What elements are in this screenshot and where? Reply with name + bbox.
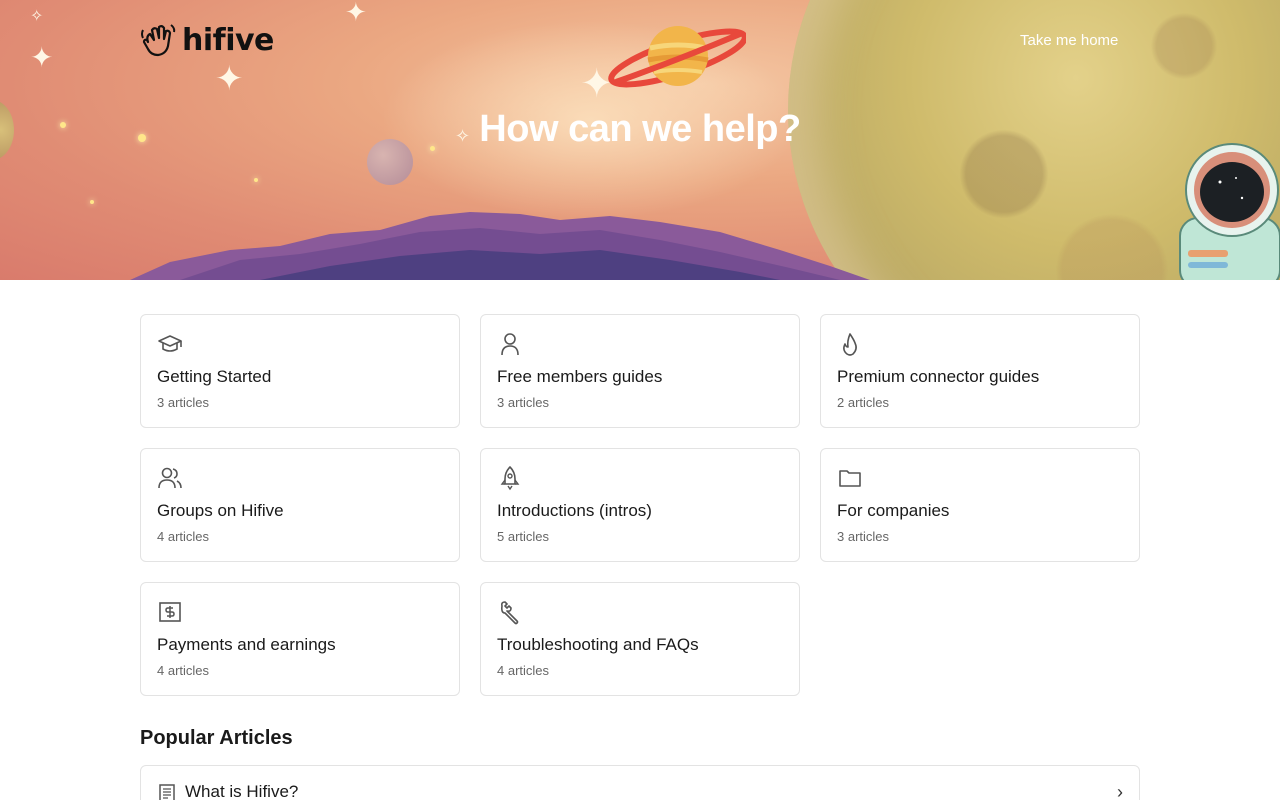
category-title: Free members guides bbox=[497, 367, 663, 386]
category-title: Payments and earnings bbox=[157, 635, 336, 654]
category-count: 4 articles bbox=[497, 663, 550, 678]
star-dot bbox=[254, 178, 258, 182]
folder-icon bbox=[839, 470, 861, 487]
hero-banner: ✦ ✦ ✦ ✦ ✧ ✧ hifive Take me home How can … bbox=[0, 0, 1280, 280]
article-title: What is Hifive? bbox=[185, 782, 299, 800]
category-grid: Getting Started 3 articles Free members … bbox=[140, 314, 1140, 696]
star-dot bbox=[90, 200, 94, 204]
category-title: Troubleshooting and FAQs bbox=[497, 635, 699, 654]
hero-title: How can we help? bbox=[479, 108, 801, 150]
category-card-for-companies[interactable]: For companies 3 articles bbox=[820, 448, 1140, 562]
sparkle-icon: ✦ bbox=[345, 0, 367, 28]
category-count: 4 articles bbox=[157, 529, 210, 544]
graduation-cap-icon bbox=[158, 335, 182, 352]
sparkle-icon: ✦ bbox=[30, 41, 54, 74]
category-count: 3 articles bbox=[497, 395, 550, 410]
category-card-groups[interactable]: Groups on Hifive 4 articles bbox=[140, 448, 460, 562]
category-count: 5 articles bbox=[497, 529, 550, 544]
category-card-premium-connector[interactable]: Premium connector guides 2 articles bbox=[820, 314, 1140, 428]
category-card-payments[interactable]: Payments and earnings 4 articles bbox=[140, 582, 460, 696]
take-me-home-link[interactable]: Take me home bbox=[1020, 32, 1118, 49]
sparkle-icon: ✦ bbox=[215, 59, 244, 99]
sparkle-icon: ✧ bbox=[30, 6, 44, 25]
category-count: 4 articles bbox=[157, 663, 210, 678]
waving-hand-icon bbox=[141, 24, 176, 57]
chevron-right-icon: › bbox=[1117, 782, 1123, 800]
category-title: Premium connector guides bbox=[837, 367, 1040, 386]
category-title: Groups on Hifive bbox=[157, 501, 284, 520]
category-title: Introductions (intros) bbox=[497, 501, 652, 520]
category-card-introductions[interactable]: Introductions (intros) 5 articles bbox=[480, 448, 800, 562]
category-card-free-members[interactable]: Free members guides 3 articles bbox=[480, 314, 800, 428]
category-count: 2 articles bbox=[837, 395, 890, 410]
mountain-ridge-illustration bbox=[130, 212, 870, 280]
category-card-troubleshooting[interactable]: Troubleshooting and FAQs 4 articles bbox=[480, 582, 800, 696]
logo-text: hifive bbox=[182, 22, 274, 58]
hifive-logo[interactable]: hifive bbox=[140, 22, 274, 58]
ringed-planet-illustration bbox=[608, 26, 746, 88]
dollar-receipt-icon bbox=[159, 602, 181, 622]
flame-icon bbox=[843, 333, 857, 356]
category-count: 3 articles bbox=[837, 529, 890, 544]
user-icon bbox=[501, 333, 519, 356]
popular-article-item[interactable]: What is Hifive? › bbox=[140, 765, 1140, 800]
category-card-getting-started[interactable]: Getting Started 3 articles bbox=[140, 314, 460, 428]
category-count: 3 articles bbox=[157, 395, 210, 410]
category-title: Getting Started bbox=[157, 367, 272, 386]
rocket-icon bbox=[500, 466, 520, 491]
popular-articles-heading: Popular Articles bbox=[140, 727, 293, 749]
document-icon bbox=[159, 784, 175, 800]
astronaut-illustration bbox=[1179, 143, 1280, 280]
users-icon bbox=[158, 467, 182, 489]
wrench-icon bbox=[501, 601, 519, 625]
category-title: For companies bbox=[837, 501, 950, 520]
